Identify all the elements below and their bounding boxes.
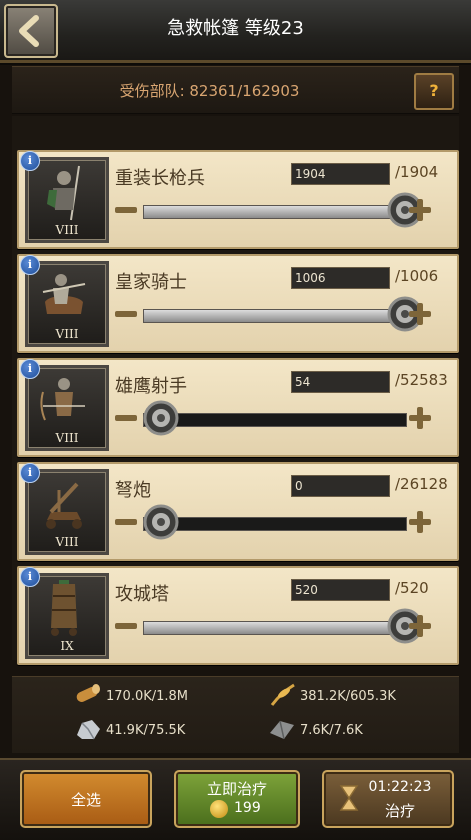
decrease-button[interactable] [115, 415, 137, 421]
increase-button[interactable] [409, 199, 431, 221]
quantity-slider[interactable] [143, 621, 407, 635]
unit-rank: VIII [55, 327, 79, 341]
unit-card: VIII i 弩炮 0 /26128 [17, 462, 459, 561]
unit-count-max: /520 [395, 579, 429, 597]
archer-icon [40, 378, 85, 421]
unit-portrait: VIII [25, 157, 109, 243]
decrease-button[interactable] [115, 519, 137, 525]
info-icon[interactable]: i [20, 463, 40, 483]
gold-coin-icon [210, 800, 228, 818]
wheat-icon [270, 683, 295, 706]
food-amount: 381.2K/605.3K [300, 689, 396, 704]
increase-button[interactable] [409, 303, 431, 325]
slider-knob[interactable] [143, 400, 179, 436]
decrease-button[interactable] [115, 311, 137, 317]
unit-name: 皇家骑士 [115, 272, 187, 293]
unit-count-max: /1006 [395, 267, 439, 285]
help-button[interactable]: ? [414, 73, 454, 110]
unit-rank: VIII [55, 431, 79, 445]
select-all-button[interactable]: 全选 [20, 770, 152, 828]
select-all-label: 全选 [70, 791, 101, 809]
knight-icon [42, 274, 86, 314]
siege-tower-icon [51, 580, 77, 636]
heal-label: 治疗 [384, 802, 415, 820]
quantity-slider[interactable] [143, 517, 407, 531]
unit-count-input[interactable]: 520 [291, 579, 390, 601]
unit-card: VIII i 雄鹰射手 54 /52583 [17, 358, 459, 457]
unit-name: 攻城塔 [115, 584, 169, 605]
unit-count-input[interactable]: 0 [291, 475, 390, 497]
stone-amount: 41.9K/75.5K [106, 723, 186, 738]
stone-icon [77, 720, 100, 740]
unit-count-input[interactable]: 1904 [291, 163, 390, 185]
quantity-slider[interactable] [143, 309, 407, 323]
page-title: 急救帐篷 等级23 [167, 18, 304, 39]
ballista-icon [46, 482, 82, 529]
info-icon[interactable]: i [20, 255, 40, 275]
unit-card: VIII i 皇家骑士 1006 /1006 [17, 254, 459, 353]
injured-troops-label: 受伤部队: 82361/162903 [119, 82, 300, 100]
slider-fill [144, 206, 406, 218]
quantity-slider[interactable] [143, 205, 407, 219]
injured-troops-bar: 受伤部队: 82361/162903 [12, 66, 459, 114]
header: 急救帐篷 等级23 [0, 0, 471, 63]
info-icon[interactable]: i [20, 151, 40, 171]
unit-card: IX i 攻城塔 520 /520 [17, 566, 459, 665]
instant-heal-cost: 199 [234, 800, 261, 816]
unit-portrait: VIII [25, 365, 109, 451]
increase-button[interactable] [409, 615, 431, 637]
unit-name: 弩炮 [115, 480, 151, 501]
slider-fill [144, 310, 406, 322]
unit-name: 雄鹰射手 [115, 376, 187, 397]
instant-heal-label: 立即治疗 [206, 780, 267, 798]
slider-knob[interactable] [143, 504, 179, 540]
decrease-button[interactable] [115, 623, 137, 629]
unit-count-input[interactable]: 54 [291, 371, 390, 393]
info-icon[interactable]: i [20, 567, 40, 587]
iron-amount: 7.6K/7.6K [300, 723, 363, 738]
unit-name: 重装长枪兵 [115, 168, 205, 189]
quantity-slider[interactable] [143, 413, 407, 427]
unit-portrait: VIII [25, 469, 109, 555]
unit-count-input[interactable]: 1006 [291, 267, 390, 289]
unit-portrait: IX [25, 573, 109, 659]
iron-ingot-icon [270, 720, 294, 740]
unit-rank: VIII [55, 535, 79, 549]
unit-count-max: /26128 [395, 475, 448, 493]
unit-rank: IX [60, 639, 74, 653]
unit-portrait: VIII [25, 261, 109, 347]
instant-heal-button[interactable]: 立即治疗 199 [174, 770, 300, 828]
back-arrow-icon [19, 15, 39, 47]
heal-button[interactable]: 01:22:23 治疗 [322, 770, 454, 828]
wood-icon [76, 684, 100, 702]
increase-button[interactable] [409, 511, 431, 533]
info-icon[interactable]: i [20, 359, 40, 379]
wood-amount: 170.0K/1.8M [106, 689, 189, 704]
slider-fill [144, 622, 406, 634]
unit-card: VIII i 重装长枪兵 1904 /1904 [17, 150, 459, 249]
resource-summary: 170.0K/1.8M 381.2K/605.3K 41.9K/75.5K 7.… [12, 676, 459, 753]
heal-time: 01:22:23 [368, 779, 432, 795]
unit-count-max: /1904 [395, 163, 439, 181]
spearman-icon [47, 165, 80, 221]
decrease-button[interactable] [115, 207, 137, 213]
unit-count-max: /52583 [395, 371, 448, 389]
unit-rank: VIII [55, 223, 79, 237]
back-button[interactable] [4, 4, 58, 58]
increase-button[interactable] [409, 407, 431, 429]
